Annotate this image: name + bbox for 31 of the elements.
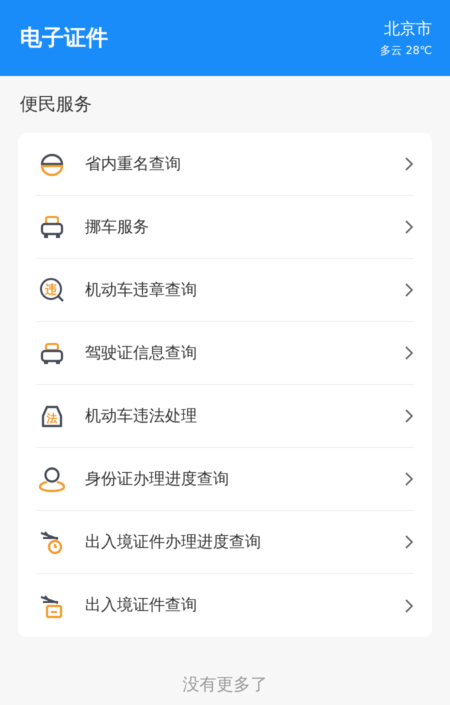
- weather-text: 多云 28℃: [380, 42, 432, 58]
- service-item[interactable]: 身份证办理进度查询: [36, 448, 414, 511]
- service-label: 机动车违法处理: [85, 406, 198, 426]
- service-label: 出入境证件查询: [85, 595, 198, 616]
- service-label: 身份证办理进度查询: [85, 468, 230, 490]
- page-title: 电子证件: [20, 25, 108, 53]
- chevron-right-icon: [404, 345, 414, 361]
- service-item[interactable]: 出入境证件办理进度查询: [36, 511, 414, 574]
- car-icon: [38, 213, 66, 241]
- service-label: 驾驶证信息查询: [85, 342, 198, 364]
- service-item[interactable]: 违 机动车违章查询: [36, 259, 414, 322]
- chevron-right-icon: [404, 534, 414, 550]
- chevron-right-icon: [404, 219, 414, 235]
- chevron-right-icon: [404, 408, 414, 424]
- service-item[interactable]: 省内重名查询: [36, 133, 414, 196]
- service-label: 机动车违章查询: [85, 280, 198, 300]
- service-label: 省内重名查询: [85, 154, 182, 174]
- chevron-right-icon: [404, 471, 414, 487]
- chevron-right-icon: [404, 156, 414, 172]
- chevron-right-icon: [404, 598, 414, 614]
- person-icon: [38, 465, 66, 493]
- service-label: 出入境证件办理进度查询: [85, 532, 262, 552]
- city-name: 北京市: [384, 18, 432, 40]
- service-label: 挪车服务: [85, 216, 150, 238]
- service-item[interactable]: 驾驶证信息查询: [36, 322, 414, 385]
- service-item[interactable]: 挪车服务: [36, 196, 414, 259]
- end-of-list-text: 没有更多了: [182, 674, 268, 696]
- section-title: 便民服务: [20, 94, 92, 115]
- chevron-right-icon: [404, 282, 414, 298]
- service-item[interactable]: 出入境证件查询: [36, 574, 414, 637]
- service-item[interactable]: 法 机动车违法处理: [36, 385, 414, 448]
